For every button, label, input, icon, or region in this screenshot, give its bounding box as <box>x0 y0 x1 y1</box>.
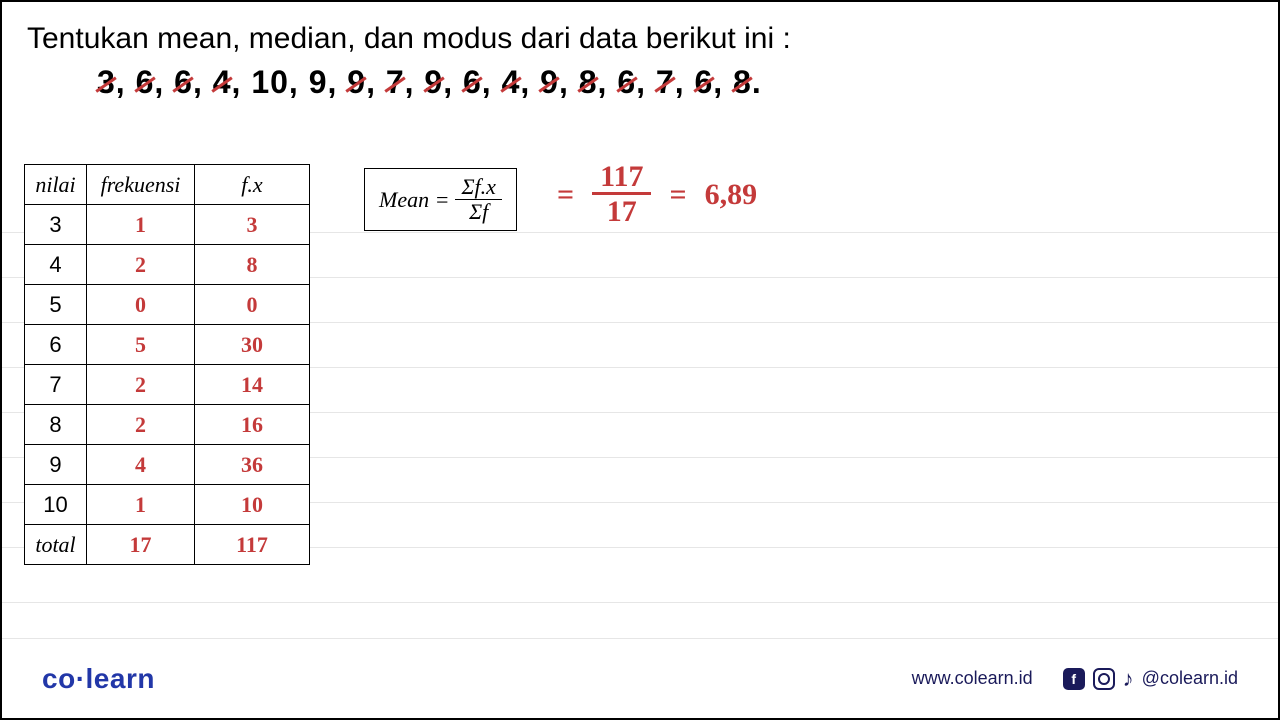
cell-nilai: 6 <box>25 325 87 365</box>
table-total-row: total 17 117 <box>25 525 310 565</box>
data-value: 9 <box>309 64 328 101</box>
cell-nilai: 3 <box>25 205 87 245</box>
social-handle: @colearn.id <box>1142 668 1238 689</box>
formula-lhs: Mean = <box>379 187 449 213</box>
table-header-row: nilai frekuensi f.x <box>25 165 310 205</box>
frequency-table: nilai frekuensi f.x 31342850065307214821… <box>24 164 310 565</box>
cell-nilai: 4 <box>25 245 87 285</box>
cell-fx: 36 <box>195 445 310 485</box>
calc-denominator: 17 <box>607 195 637 227</box>
cell-nilai: 8 <box>25 405 87 445</box>
data-value: 4 <box>213 64 232 101</box>
cell-frekuensi: 2 <box>87 245 195 285</box>
cell-fx: 8 <box>195 245 310 285</box>
total-freq: 17 <box>87 525 195 565</box>
data-value: 7 <box>386 64 405 101</box>
mean-calculation: = 117 17 = 6,89 <box>557 162 757 227</box>
calc-result: 6,89 <box>705 178 758 212</box>
calc-numerator: 117 <box>592 162 651 195</box>
cell-frekuensi: 4 <box>87 445 195 485</box>
table-row: 7214 <box>25 365 310 405</box>
data-value: 7 <box>656 64 675 101</box>
cell-frekuensi: 0 <box>87 285 195 325</box>
data-value: 6 <box>694 64 713 101</box>
data-value: 6 <box>617 64 636 101</box>
formula-fraction: Σf.x Σf <box>455 175 501 224</box>
cell-frekuensi: 1 <box>87 205 195 245</box>
logo-dot: · <box>76 663 86 694</box>
data-value: 6 <box>463 64 482 101</box>
equals-2: = <box>669 178 686 212</box>
cell-nilai: 5 <box>25 285 87 325</box>
rule-line <box>2 602 1278 603</box>
cell-fx: 10 <box>195 485 310 525</box>
brand-logo: co·learn <box>42 663 155 695</box>
data-value: 6 <box>174 64 193 101</box>
footer-bar: co·learn www.colearn.id f ♪ @colearn.id <box>2 638 1278 718</box>
cell-frekuensi: 1 <box>87 485 195 525</box>
cell-fx: 3 <box>195 205 310 245</box>
cell-frekuensi: 2 <box>87 405 195 445</box>
total-fx: 117 <box>195 525 310 565</box>
cell-fx: 14 <box>195 365 310 405</box>
table-row: 500 <box>25 285 310 325</box>
tiktok-icon: ♪ <box>1123 666 1134 692</box>
calc-fraction: 117 17 <box>592 162 651 227</box>
facebook-icon: f <box>1063 668 1085 690</box>
mean-formula: Mean = Σf.x Σf <box>364 168 517 231</box>
question-text: Tentukan mean, median, dan modus dari da… <box>27 22 791 56</box>
data-value: 8 <box>579 64 598 101</box>
data-value: 3 <box>97 64 116 101</box>
data-value: 9 <box>424 64 443 101</box>
header-fx: f.x <box>195 165 310 205</box>
cell-nilai: 10 <box>25 485 87 525</box>
footer-site: www.colearn.id <box>912 668 1033 689</box>
cell-nilai: 9 <box>25 445 87 485</box>
logo-part-a: co <box>42 663 76 694</box>
instagram-icon <box>1093 668 1115 690</box>
social-icons: f ♪ @colearn.id <box>1063 666 1238 692</box>
cell-frekuensi: 2 <box>87 365 195 405</box>
footer-right: www.colearn.id f ♪ @colearn.id <box>912 666 1238 692</box>
logo-part-b: learn <box>86 663 155 694</box>
data-value: 8 <box>733 64 752 101</box>
cell-fx: 30 <box>195 325 310 365</box>
cell-fx: 16 <box>195 405 310 445</box>
data-value: 9 <box>347 64 366 101</box>
table-row: 8216 <box>25 405 310 445</box>
worksheet-page: Tentukan mean, median, dan modus dari da… <box>0 0 1280 720</box>
table-row: 6530 <box>25 325 310 365</box>
header-nilai: nilai <box>25 165 87 205</box>
dataset-values: 3, 6, 6, 4, 10, 9, 9, 7, 9, 6, 4, 9, 8, … <box>97 64 762 101</box>
cell-frekuensi: 5 <box>87 325 195 365</box>
cell-nilai: 7 <box>25 365 87 405</box>
table-row: 313 <box>25 205 310 245</box>
data-value: 4 <box>502 64 521 101</box>
table-row: 428 <box>25 245 310 285</box>
total-label: total <box>25 525 87 565</box>
equals-1: = <box>557 178 574 212</box>
data-value: 9 <box>540 64 559 101</box>
cell-fx: 0 <box>195 285 310 325</box>
formula-denominator: Σf <box>463 200 494 224</box>
data-value: 10 <box>251 64 289 101</box>
header-frekuensi: frekuensi <box>87 165 195 205</box>
formula-numerator: Σf.x <box>455 175 501 200</box>
data-value: 6 <box>136 64 155 101</box>
table-row: 10110 <box>25 485 310 525</box>
table-row: 9436 <box>25 445 310 485</box>
